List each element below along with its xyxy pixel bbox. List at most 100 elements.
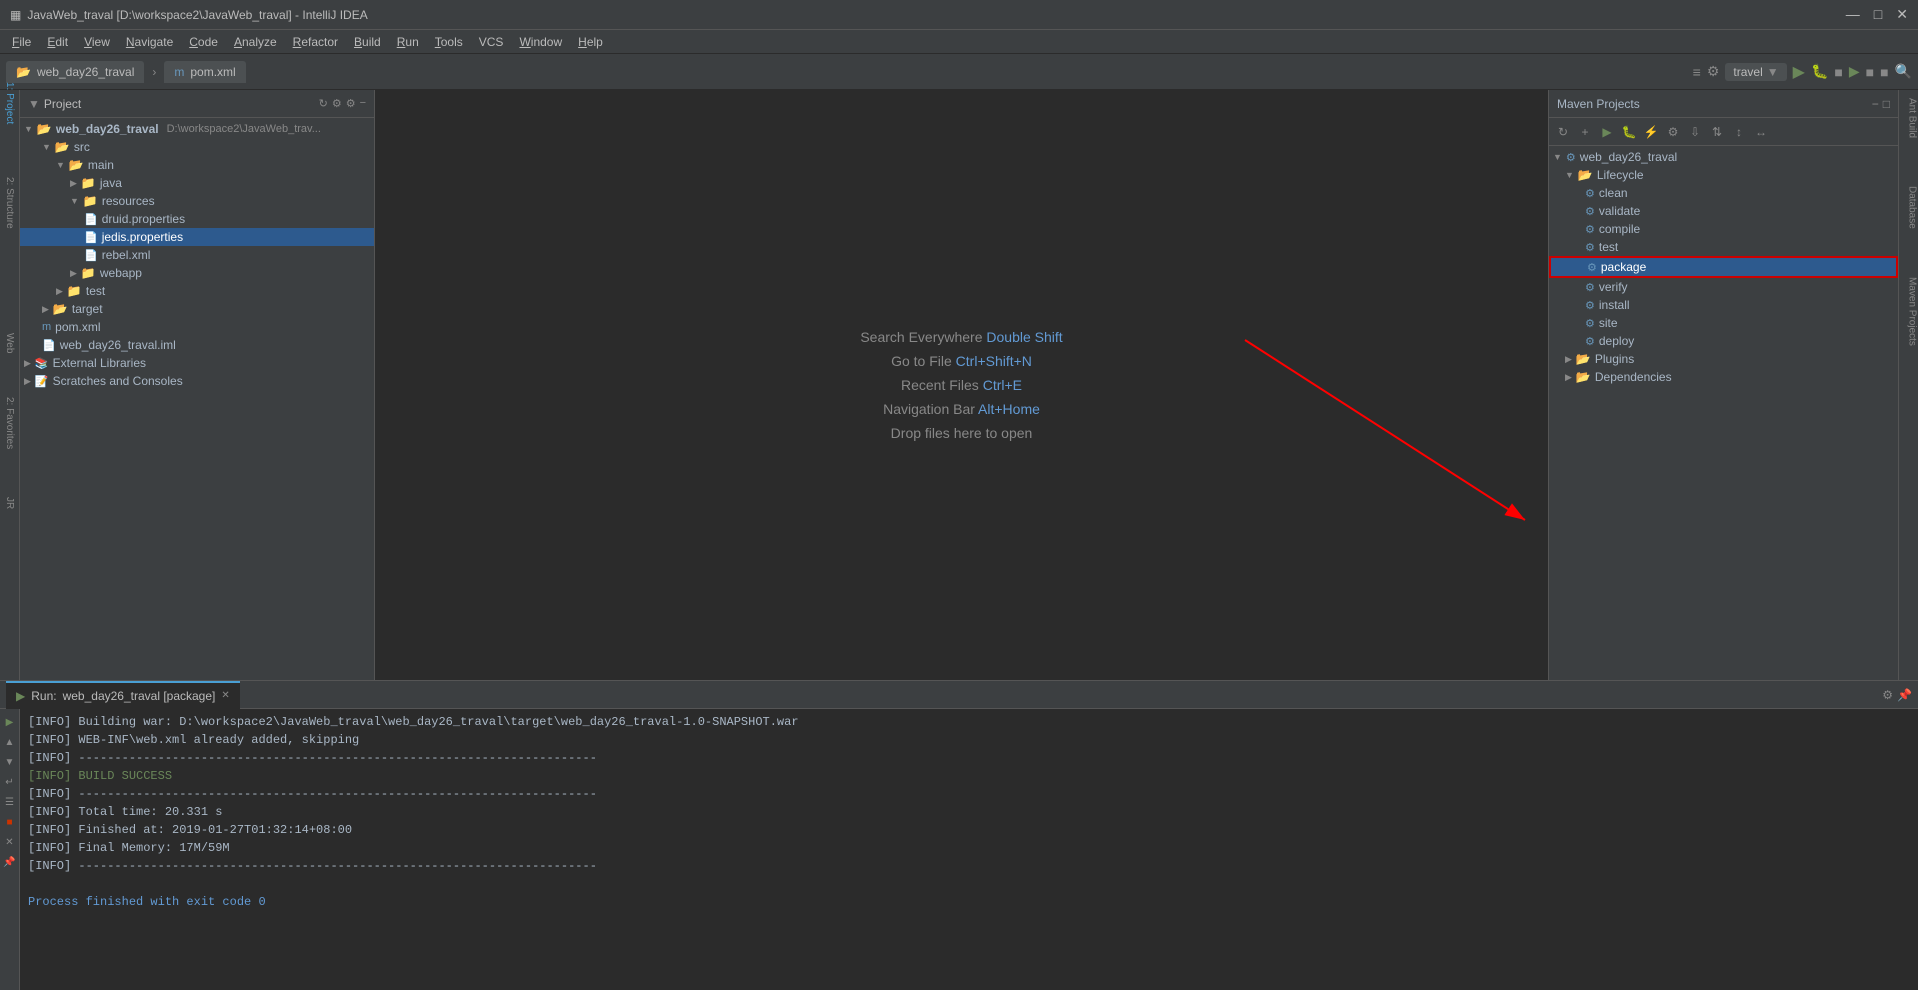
menu-file[interactable]: File (4, 30, 39, 54)
maven-sort-icon[interactable]: ⇅ (1707, 122, 1727, 142)
maven-run-icon[interactable]: ▶ (1597, 122, 1617, 142)
left-icon-web[interactable]: Web (1, 334, 19, 352)
maven-root[interactable]: ▼ ⚙ web_day26_traval (1549, 148, 1898, 166)
maven-expand-all-icon[interactable]: ↕ (1729, 122, 1749, 142)
tree-iml[interactable]: 📄 web_day26_traval.iml (20, 336, 374, 354)
tree-test[interactable]: ▶ 📁 test (20, 282, 374, 300)
toolbar-icon-6[interactable]: ■ (1880, 64, 1888, 80)
menu-navigate[interactable]: Navigate (118, 30, 181, 54)
maven-lifecycle[interactable]: ▼ 📂 Lifecycle (1549, 166, 1898, 184)
maven-download-icon[interactable]: ⇩ (1685, 122, 1705, 142)
root-path: D:\workspace2\JavaWeb_trav... (167, 123, 321, 135)
maven-install[interactable]: ⚙ install (1549, 296, 1898, 314)
pin-icon[interactable]: 📌 (1, 853, 19, 871)
run-config-dropdown[interactable]: travel ▼ (1725, 63, 1786, 81)
right-edge-ant[interactable]: Ant Build (1900, 94, 1918, 142)
menu-analyze[interactable]: Analyze (226, 30, 285, 54)
toolbar-icon-3[interactable]: ■ (1834, 64, 1842, 80)
diff-icon[interactable]: ☰ (1, 793, 19, 811)
menu-help[interactable]: Help (570, 30, 611, 54)
bottom-tab-run[interactable]: ▶ Run: web_day26_traval [package] ✕ (6, 681, 240, 709)
left-icon-favorites[interactable]: 2: Favorites (1, 414, 19, 432)
tree-java[interactable]: ▶ 📁 java (20, 174, 374, 192)
tree-ext-libs[interactable]: ▶ 📚 External Libraries (20, 354, 374, 372)
tree-target[interactable]: ▶ 📂 target (20, 300, 374, 318)
maven-refresh-icon[interactable]: ↻ (1553, 122, 1573, 142)
toolbar-icon-2[interactable]: ⚙ (1707, 63, 1720, 80)
toolbar-icon-5[interactable]: ■ (1866, 64, 1874, 80)
maven-site[interactable]: ⚙ site (1549, 314, 1898, 332)
right-edge-database[interactable]: Database (1900, 182, 1918, 233)
menu-refactor[interactable]: Refactor (285, 30, 346, 54)
settings-icon[interactable]: ⚙ (346, 97, 356, 110)
scroll-up-icon[interactable]: ▲ (1, 733, 19, 751)
maven-clean[interactable]: ⚙ clean (1549, 184, 1898, 202)
left-icon-project[interactable]: 1: Project (1, 94, 19, 112)
menu-code[interactable]: Code (181, 30, 226, 54)
file-tab[interactable]: m pom.xml (164, 61, 245, 83)
tree-webapp[interactable]: ▶ 📁 webapp (20, 264, 374, 282)
minimize-button[interactable]: — (1846, 6, 1860, 23)
maven-test[interactable]: ⚙ test (1549, 238, 1898, 256)
run-button[interactable]: ▶ (1793, 62, 1805, 82)
left-icon-jrebel[interactable]: JR (1, 494, 19, 512)
maven-skip-icon[interactable]: ⚡ (1641, 122, 1661, 142)
bottom-pin-icon[interactable]: 📌 (1897, 688, 1912, 702)
maven-package[interactable]: ⚙ package (1549, 256, 1898, 278)
tree-main[interactable]: ▼ 📂 main (20, 156, 374, 174)
debug-button[interactable]: 🐛 (1811, 63, 1828, 80)
menu-build[interactable]: Build (346, 30, 389, 54)
tree-src[interactable]: ▼ 📂 src (20, 138, 374, 156)
editor-hints: Search Everywhere Double Shift Go to Fil… (860, 321, 1062, 449)
hint-drop: Drop files here to open (860, 425, 1062, 441)
menu-vcs[interactable]: VCS (471, 30, 512, 54)
maven-dependencies[interactable]: ▶ 📂 Dependencies (1549, 368, 1898, 386)
maven-lifecycle-label: Lifecycle (1597, 168, 1644, 182)
hide-icon[interactable]: − (360, 97, 366, 110)
maven-compile[interactable]: ⚙ compile (1549, 220, 1898, 238)
maven-validate-label: validate (1599, 204, 1640, 218)
console-line-3: [INFO] ---------------------------------… (28, 749, 1910, 767)
tree-druid[interactable]: 📄 druid.properties (20, 210, 374, 228)
close-button[interactable]: ✕ (1896, 6, 1908, 23)
tree-pom[interactable]: m pom.xml (20, 318, 374, 336)
maven-collapse-all-icon[interactable]: ↔ (1751, 122, 1771, 142)
menu-run[interactable]: Run (389, 30, 427, 54)
menu-edit[interactable]: Edit (39, 30, 76, 54)
tree-root[interactable]: ▼ 📂 web_day26_traval D:\workspace2\JavaW… (20, 120, 374, 138)
right-edge-maven[interactable]: Maven Projects (1900, 273, 1918, 350)
maven-expand-icon[interactable]: □ (1883, 97, 1890, 111)
menu-view[interactable]: View (76, 30, 118, 54)
tree-rebel[interactable]: 📄 rebel.xml (20, 246, 374, 264)
maven-debug-icon[interactable]: 🐛 (1619, 122, 1639, 142)
run-button-console[interactable]: ▶ (1, 713, 19, 731)
tree-scratches[interactable]: ▶ 📝 Scratches and Consoles (20, 372, 374, 390)
maximize-button[interactable]: □ (1874, 6, 1882, 23)
toolbar-icon-4[interactable]: ▶ (1849, 63, 1860, 80)
right-edge-panel: Ant Build Database Maven Projects (1898, 90, 1918, 680)
toolbar-icon-1[interactable]: ≡ (1693, 64, 1701, 80)
scroll-down-icon[interactable]: ▼ (1, 753, 19, 771)
sync-icon[interactable]: ↻ (319, 97, 328, 110)
maven-collapse-icon[interactable]: − (1872, 97, 1879, 111)
tree-resources[interactable]: ▼ 📁 resources (20, 192, 374, 210)
maven-deploy[interactable]: ⚙ deploy (1549, 332, 1898, 350)
wrap-icon[interactable]: ↵ (1, 773, 19, 791)
maven-verify[interactable]: ⚙ verify (1549, 278, 1898, 296)
scratches-label: Scratches and Consoles (53, 374, 183, 388)
menu-window[interactable]: Window (511, 30, 570, 54)
maven-lifecycle-icon[interactable]: ⚙ (1663, 122, 1683, 142)
project-tab[interactable]: 📂 web_day26_traval (6, 61, 144, 83)
tree-jedis[interactable]: 📄 jedis.properties (20, 228, 374, 246)
maven-plugins[interactable]: ▶ 📂 Plugins (1549, 350, 1898, 368)
stop-icon[interactable]: ■ (1, 813, 19, 831)
close-console-icon[interactable]: ✕ (1, 833, 19, 851)
bottom-settings-icon[interactable]: ⚙ (1882, 688, 1893, 702)
maven-validate[interactable]: ⚙ validate (1549, 202, 1898, 220)
maven-add-icon[interactable]: + (1575, 122, 1595, 142)
menu-tools[interactable]: Tools (427, 30, 471, 54)
gear-panel-icon[interactable]: ⚙ (332, 97, 342, 110)
search-everywhere-button[interactable]: 🔍 (1895, 63, 1912, 80)
left-icon-structure[interactable]: 2: Structure (1, 194, 19, 212)
run-tab-close-button[interactable]: ✕ (221, 682, 229, 710)
